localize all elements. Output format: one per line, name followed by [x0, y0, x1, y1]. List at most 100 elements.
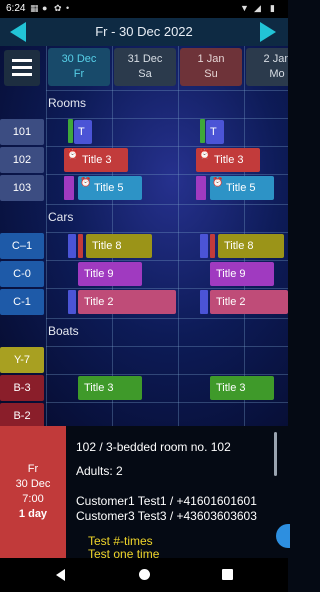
battery-icon: ▮: [270, 3, 275, 13]
booking-date-block[interactable]: Fr 30 Dec 7:00 1 day: [0, 426, 66, 558]
current-date-title[interactable]: Fr - 30 Dec 2022: [0, 24, 288, 39]
booking-bar[interactable]: Title 9: [210, 262, 274, 286]
day-header-weekday: Fr: [73, 68, 85, 80]
status-stripe: [200, 290, 208, 314]
status-stripe: [196, 176, 206, 200]
grid-line: [46, 232, 288, 233]
booking-title: Title 3: [82, 154, 112, 166]
day-header-1[interactable]: 31 Dec Sa: [114, 48, 176, 86]
schedule-grid: 30 Dec Fr 31 Dec Sa 1 Jan Su 2 Jan Mo Ro…: [0, 46, 288, 426]
booking-bar[interactable]: ⏰ Title 5: [78, 176, 142, 200]
day-header-weekday: Su: [204, 68, 218, 80]
detail-day: Fr: [27, 463, 39, 475]
status-stripe: [68, 234, 76, 258]
booking-bar[interactable]: ⏰ Title 3: [196, 148, 260, 172]
grid-line: [46, 374, 288, 375]
alarm-icon: ⏰: [80, 177, 92, 187]
row-label-101[interactable]: 101: [0, 119, 44, 145]
day-header-0[interactable]: 30 Dec Fr: [48, 48, 110, 86]
grid-line: [46, 118, 288, 119]
booking-bar[interactable]: Title 3: [210, 376, 274, 400]
alarm-icon: ⏰: [67, 149, 79, 159]
detail-adults: Adults: 2: [76, 464, 123, 478]
detail-note-1: Test #-times: [88, 534, 153, 548]
status-stripe: [200, 119, 205, 143]
next-day-arrow-icon[interactable]: [260, 22, 276, 42]
scrollbar[interactable]: [274, 432, 277, 476]
menu-icon-line: [12, 73, 32, 76]
booking-title: Title 5: [226, 182, 256, 194]
grid-line: [46, 204, 288, 205]
day-header-weekday: Mo: [269, 68, 285, 80]
chat-icon: ●: [42, 3, 48, 13]
row-label-c-0[interactable]: C-0: [0, 261, 44, 287]
grid-line: [46, 318, 288, 319]
wifi-icon: ▼: [240, 3, 249, 13]
status-time: 6:24: [6, 3, 26, 14]
grid-line: [46, 288, 288, 289]
day-header-3[interactable]: 2 Jan Mo: [246, 48, 288, 86]
booking-bar[interactable]: ⏰ Title 3: [64, 148, 128, 172]
booking-title: Title 5: [94, 182, 124, 194]
detail-customer-1: Customer1 Test1 / +41601601601: [76, 494, 257, 508]
date-navigation-bar: Fr - 30 Dec 2022: [0, 18, 288, 46]
status-stripe: [210, 234, 215, 258]
detail-heading: 102 / 3-bedded room no. 102: [76, 440, 231, 454]
booking-bar[interactable]: T: [74, 120, 92, 144]
booking-detail-panel: Fr 30 Dec 7:00 1 day 102 / 3-bedded room…: [0, 426, 290, 558]
booking-bar[interactable]: Title 9: [78, 262, 142, 286]
detail-customer-2: Customer3 Test3 / +43603603603: [76, 509, 257, 523]
menu-icon-line: [12, 66, 32, 69]
grid-line: [46, 146, 288, 147]
booking-bar[interactable]: Title 8: [86, 234, 152, 258]
grid-line: [46, 174, 288, 175]
booking-bar[interactable]: T: [206, 120, 224, 144]
row-label-b-2[interactable]: B-2: [0, 403, 44, 426]
booking-bar[interactable]: Title 2: [210, 290, 288, 314]
back-icon[interactable]: [56, 569, 65, 581]
day-header-2[interactable]: 1 Jan Su: [180, 48, 242, 86]
status-stripe: [68, 119, 73, 143]
alarm-icon: ⏰: [212, 177, 224, 187]
detail-date: 30 Dec: [15, 478, 51, 490]
alarm-icon: ⏰: [199, 149, 211, 159]
grid-line: [46, 402, 288, 403]
detail-time: 7:00: [22, 493, 44, 505]
day-header-date: 30 Dec: [61, 53, 97, 65]
menu-icon: [12, 59, 32, 62]
row-label-y-7[interactable]: Y-7: [0, 347, 44, 373]
floating-action-button[interactable]: [276, 524, 290, 548]
app-notification-icon: ▦: [30, 3, 39, 13]
section-title-boats: Boats: [48, 324, 79, 338]
detail-duration: 1 day: [18, 508, 48, 520]
day-header-date: 1 Jan: [197, 53, 225, 65]
dot-icon: •: [66, 3, 70, 13]
booking-bar[interactable]: Title 3: [78, 376, 142, 400]
row-label-c-1[interactable]: C-1: [0, 289, 44, 315]
home-icon[interactable]: [139, 569, 150, 580]
booking-bar[interactable]: Title 2: [78, 290, 176, 314]
row-label-102[interactable]: 102: [0, 147, 44, 173]
menu-button[interactable]: [4, 50, 40, 86]
recents-icon[interactable]: [222, 569, 233, 580]
signal-icon: ◢: [254, 3, 261, 13]
status-stripe: [64, 176, 74, 200]
grid-line: [46, 346, 288, 347]
grid-line: [46, 90, 288, 91]
day-header-date: 2 Jan: [263, 53, 288, 65]
status-stripe: [78, 234, 83, 258]
section-title-cars: Cars: [48, 210, 74, 224]
row-label-c-minus-1[interactable]: C–1: [0, 233, 44, 259]
section-title-rooms: Rooms: [48, 96, 87, 110]
settings-notification-icon: ✿: [54, 3, 62, 13]
day-header-date: 31 Dec: [127, 53, 163, 65]
grid-line: [46, 46, 47, 426]
row-label-103[interactable]: 103: [0, 175, 44, 201]
row-label-b-3[interactable]: B-3: [0, 375, 44, 401]
detail-note-2: Test one time: [88, 548, 160, 558]
booking-bar[interactable]: Title 8: [218, 234, 284, 258]
day-header-weekday: Sa: [138, 68, 152, 80]
booking-title: Title 3: [214, 154, 244, 166]
booking-bar[interactable]: ⏰ Title 5: [210, 176, 274, 200]
system-navigation-bar: [0, 558, 288, 592]
